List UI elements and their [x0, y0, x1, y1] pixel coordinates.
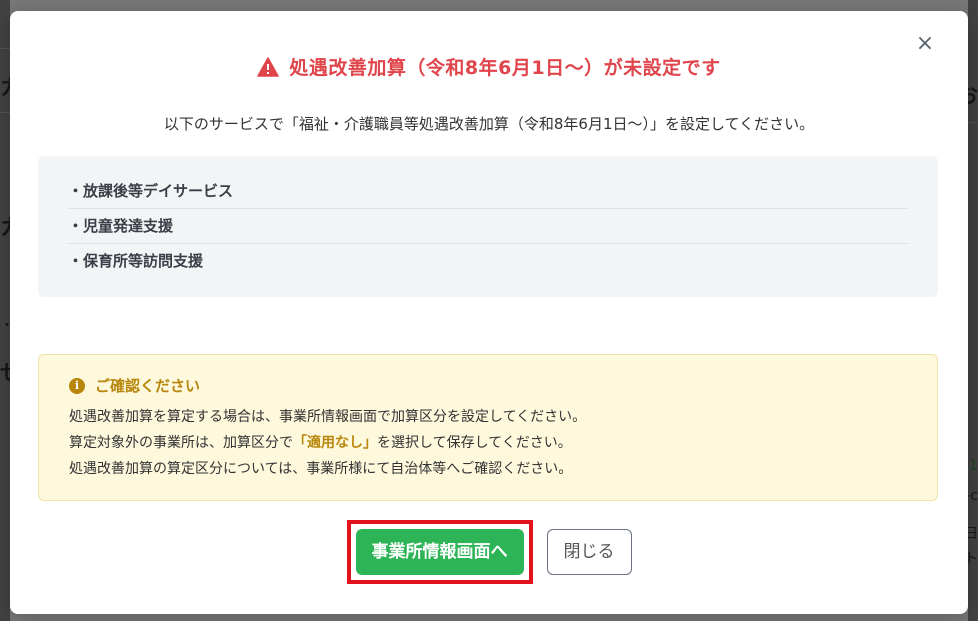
notice-title: ご確認ください — [95, 377, 201, 395]
warning-triangle-icon — [257, 56, 280, 77]
highlight-not-applicable: 「適用なし」 — [293, 435, 377, 451]
dialog-actions: 事業所情報画面へ 閉じる — [10, 520, 968, 584]
notice-line: 処遇改善加算を算定する場合は、事業所情報画面で加算区分を設定してください。 — [69, 409, 587, 425]
close-icon[interactable]: × — [914, 33, 936, 55]
notice-header: i ご確認ください — [69, 375, 907, 396]
confirmation-notice: i ご確認ください 処遇改善加算を算定する場合は、事業所情報画面で加算区分を設定… — [38, 354, 938, 501]
info-icon: i — [69, 377, 85, 394]
dialog-title-row: 処遇改善加算（令和8年6月1日〜）が未設定です — [10, 53, 968, 80]
notice-text: を選択して保存してください。 — [377, 435, 572, 451]
service-list: ・放課後等デイサービス ・児童発達支援 ・保育所等訪問支援 — [38, 156, 938, 297]
close-button[interactable]: 閉じる — [546, 529, 632, 575]
highlight-frame: 事業所情報画面へ — [346, 520, 533, 584]
dialog-description: 以下のサービスで「福祉・介護職員等処遇改善加算（令和8年6月1日〜）」を設定して… — [163, 115, 815, 133]
service-item: ・放課後等デイサービス — [68, 174, 908, 209]
setup-warning-dialog: × 処遇改善加算（令和8年6月1日〜）が未設定です 以下のサービスで「福祉・介護… — [10, 11, 968, 614]
notice-text: 算定対象外の事業所は、加算区分で — [69, 435, 293, 451]
service-item: ・児童発達支援 — [68, 209, 908, 244]
notice-line: 算定対象外の事業所は、加算区分で「適用なし」を選択して保存してください。 — [69, 430, 907, 456]
service-item: ・保育所等訪問支援 — [68, 252, 204, 270]
dialog-title: 処遇改善加算（令和8年6月1日〜）が未設定です — [289, 57, 721, 79]
notice-line: 処遇改善加算の算定区分については、事業所様にて自治体等へご確認ください。 — [69, 461, 573, 477]
go-to-office-info-button[interactable]: 事業所情報画面へ — [355, 529, 524, 575]
